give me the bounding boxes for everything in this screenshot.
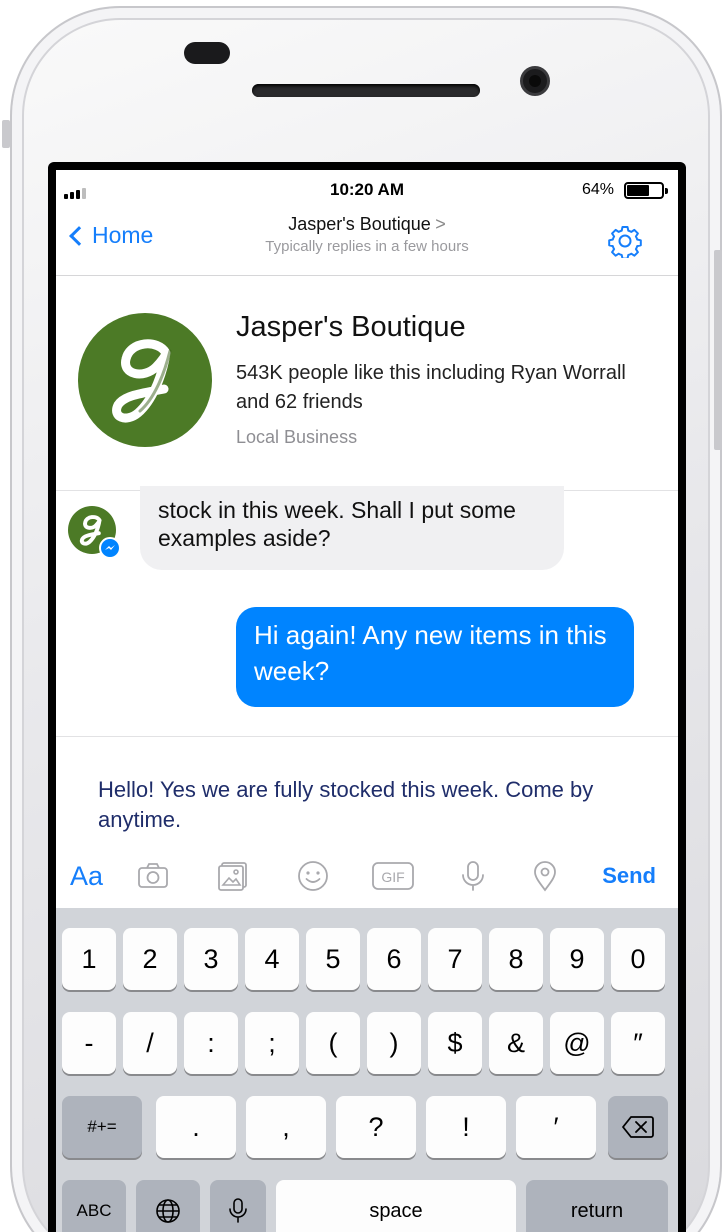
camera-button[interactable]: [136, 856, 170, 896]
key-0[interactable]: 0: [611, 928, 665, 990]
message-input[interactable]: Hello! Yes we are fully stocked this wee…: [98, 775, 658, 835]
key-semicolon[interactable]: ;: [245, 1012, 299, 1074]
location-button[interactable]: [528, 856, 562, 896]
gif-button[interactable]: GIF: [371, 856, 415, 896]
key-period[interactable]: .: [156, 1096, 236, 1158]
key-slash[interactable]: /: [123, 1012, 177, 1074]
key-8[interactable]: 8: [489, 928, 543, 990]
boutique-logo-icon: [112, 339, 172, 423]
page-likes: 543K people like this including Ryan Wor…: [236, 362, 626, 413]
outgoing-message-bubble[interactable]: Hi again! Any new items in this week?: [236, 607, 634, 707]
back-button[interactable]: Home: [66, 222, 153, 249]
key-apostrophe[interactable]: ′: [516, 1096, 596, 1158]
messenger-badge-icon: [99, 537, 121, 559]
key-ampersand[interactable]: &: [489, 1012, 543, 1074]
photo-gallery-icon: [218, 862, 247, 891]
battery-percentage: 64%: [581, 181, 614, 198]
battery-icon: [624, 182, 668, 199]
key-hyphen[interactable]: -: [62, 1012, 116, 1074]
key-2[interactable]: 2: [123, 928, 177, 990]
incoming-message-bubble[interactable]: stock in this week. Shall I put some exa…: [140, 486, 564, 570]
key-5[interactable]: 5: [306, 928, 360, 990]
key-close-paren[interactable]: ): [367, 1012, 421, 1074]
key-question[interactable]: ?: [336, 1096, 416, 1158]
chevron-left-icon: [69, 225, 89, 246]
page-avatar[interactable]: [78, 313, 212, 447]
page-category: Local Business: [236, 427, 358, 447]
gear-icon[interactable]: [608, 224, 642, 258]
microphone-icon: [462, 861, 484, 891]
messenger-screen: 10:20 AM 64% Home Jasper's Boutique > Ty…: [56, 170, 678, 1232]
key-1[interactable]: 1: [62, 928, 116, 990]
key-space[interactable]: space: [276, 1180, 516, 1232]
back-label: Home: [92, 222, 154, 248]
gallery-button[interactable]: [216, 856, 250, 896]
key-quote[interactable]: ″: [611, 1012, 665, 1074]
status-bar: 10:20 AM 64%: [56, 170, 678, 206]
location-pin-icon: [534, 861, 556, 892]
smiley-icon: [298, 861, 328, 891]
key-dictation[interactable]: [210, 1180, 266, 1232]
key-comma[interactable]: ,: [246, 1096, 326, 1158]
text-format-button[interactable]: Aa: [70, 856, 103, 896]
response-time: Typically replies in a few hours: [265, 238, 469, 255]
composer-toolbar: Aa GIF Send: [56, 850, 678, 902]
key-7[interactable]: 7: [428, 928, 482, 990]
key-more-symbols[interactable]: #+=: [62, 1096, 142, 1158]
gif-icon: GIF: [372, 862, 414, 890]
side-button: [714, 250, 722, 450]
key-colon[interactable]: :: [184, 1012, 238, 1074]
backspace-icon: [622, 1116, 654, 1138]
key-return[interactable]: return: [526, 1180, 668, 1232]
sender-avatar: [68, 506, 121, 559]
key-exclamation[interactable]: !: [426, 1096, 506, 1158]
page-info-card: Jasper's Boutique 543K people like this …: [56, 277, 678, 491]
key-6[interactable]: 6: [367, 928, 421, 990]
key-dollar[interactable]: $: [428, 1012, 482, 1074]
voice-button[interactable]: [456, 856, 490, 896]
page-name: Jasper's Boutique: [236, 311, 466, 343]
numeric-keyboard: 1 2 3 4 5 6 7 8 9 0 - / : ; ( ) $ & @ ″ …: [56, 908, 678, 1232]
microphone-icon: [229, 1198, 247, 1223]
side-button: [2, 120, 10, 148]
key-open-paren[interactable]: (: [306, 1012, 360, 1074]
send-button[interactable]: Send: [602, 856, 656, 896]
earpiece-speaker: [252, 84, 480, 97]
key-3[interactable]: 3: [184, 928, 238, 990]
message-row-incoming: stock in this week. Shall I put some exa…: [56, 486, 678, 576]
delete-key[interactable]: [608, 1096, 668, 1158]
conversation-header: Home Jasper's Boutique > Typically repli…: [56, 206, 678, 276]
page-title: Jasper's Boutique: [288, 214, 431, 234]
front-camera: [520, 66, 550, 96]
divider: [56, 736, 678, 737]
conversation-title[interactable]: Jasper's Boutique > Typically replies in…: [186, 214, 548, 255]
key-globe[interactable]: [136, 1180, 200, 1232]
key-4[interactable]: 4: [245, 928, 299, 990]
proximity-sensor: [184, 42, 230, 64]
emoji-button[interactable]: [296, 856, 330, 896]
camera-icon: [138, 863, 168, 888]
key-at[interactable]: @: [550, 1012, 604, 1074]
svg-text:GIF: GIF: [381, 869, 404, 885]
key-9[interactable]: 9: [550, 928, 604, 990]
chevron-right-icon: >: [435, 214, 446, 234]
key-abc[interactable]: ABC: [62, 1180, 126, 1232]
globe-icon: [156, 1199, 180, 1223]
